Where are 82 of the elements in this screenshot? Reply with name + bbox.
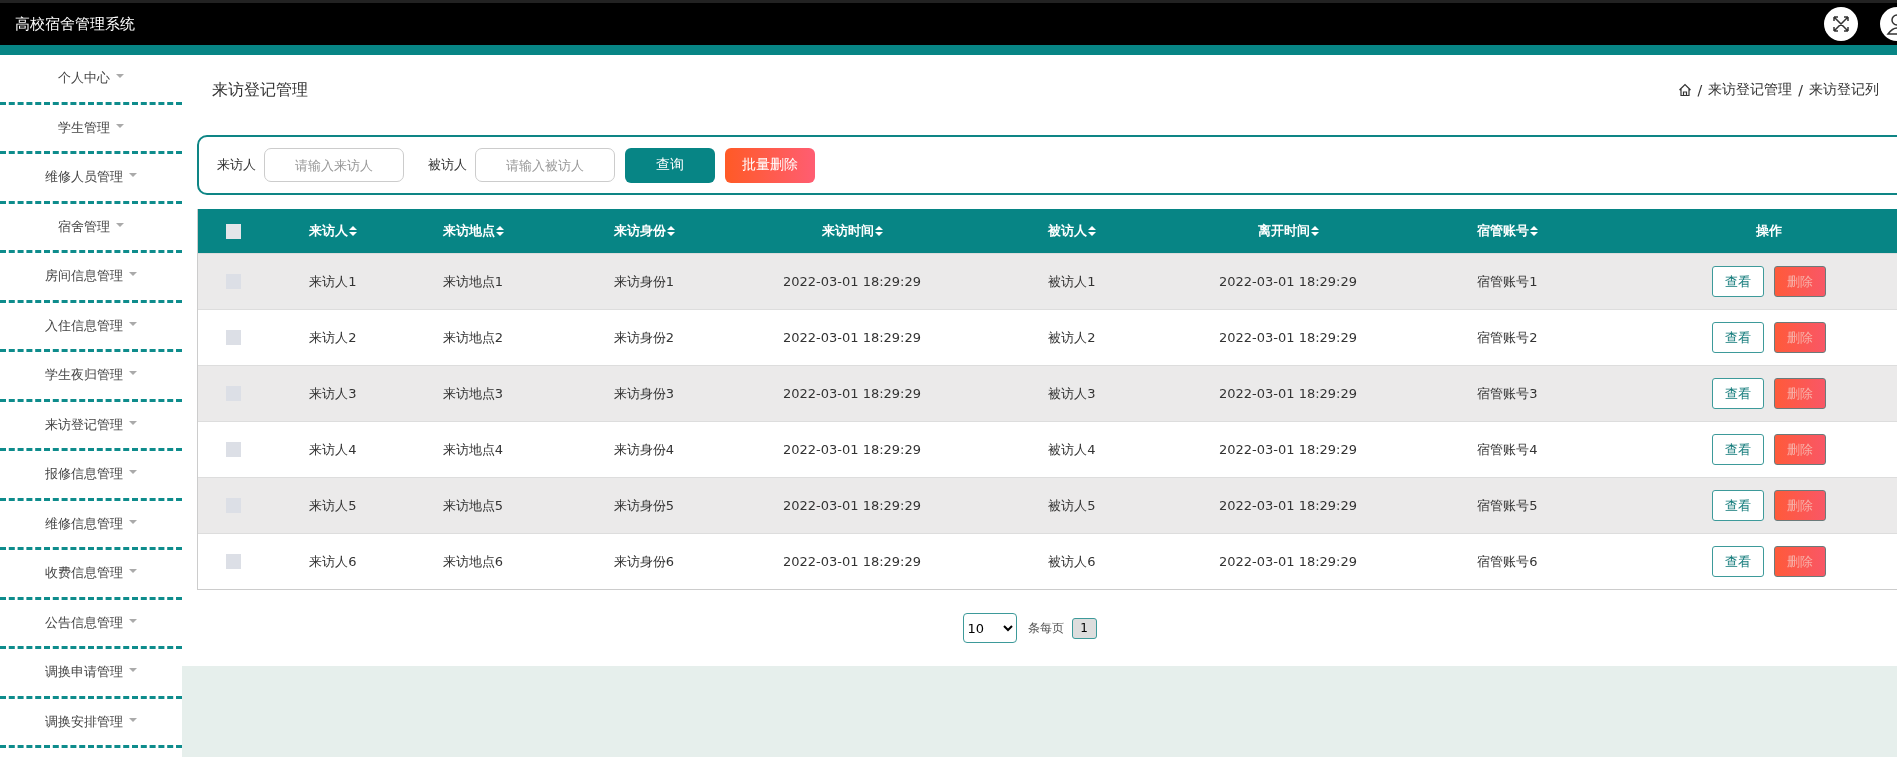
table-cell: 来访人6 [309, 552, 357, 571]
table-cell: 被访人2 [1048, 328, 1096, 347]
table-cell: 被访人6 [1048, 552, 1096, 571]
table-cell: 2022-03-01 18:29:29 [1218, 386, 1358, 401]
table-cell: 被访人5 [1048, 496, 1096, 515]
table-cell: 2022-03-01 18:29:29 [782, 274, 922, 289]
view-button[interactable]: 查看 [1712, 378, 1764, 409]
table-cell: 来访地点2 [442, 328, 504, 347]
column-header: 被访人 [1048, 222, 1096, 240]
query-button[interactable]: 查询 [625, 147, 715, 183]
table-cell: 2022-03-01 18:29:29 [782, 386, 922, 401]
column-header: 操作 [1756, 222, 1782, 240]
table-cell: 来访身份4 [613, 440, 675, 459]
table-cell: 2022-03-01 18:29:29 [1218, 554, 1358, 569]
column-header: 来访身份 [613, 222, 675, 240]
page-button[interactable]: 1 [1071, 617, 1097, 639]
table-cell: 来访人4 [309, 440, 357, 459]
table-cell: 宿管账号5 [1477, 496, 1538, 515]
table-cell: 被访人1 [1048, 272, 1096, 291]
table-cell: 来访地点4 [442, 440, 504, 459]
view-button[interactable]: 查看 [1712, 322, 1764, 353]
sidebar-item[interactable]: 报修信息管理 [0, 451, 182, 501]
breadcrumb-separator: / [1697, 82, 1703, 98]
table-cell: 来访人2 [309, 328, 357, 347]
field-label: 被访人 [428, 156, 467, 174]
table-cell: 来访身份1 [613, 272, 675, 291]
table-cell: 2022-03-01 18:29:29 [782, 554, 922, 569]
table-cell: 宿管账号6 [1477, 552, 1538, 571]
column-header: 来访时间 [821, 222, 883, 240]
view-button[interactable]: 查看 [1712, 266, 1764, 297]
sidebar-item[interactable]: 维修人员管理 [0, 154, 182, 204]
table-cell: 来访人5 [309, 496, 357, 515]
sidebar-item[interactable]: 宿舍管理 [0, 203, 182, 253]
table-cell: 宿管账号2 [1477, 328, 1538, 347]
table-cell: 2022-03-01 18:29:29 [782, 330, 922, 345]
table-cell: 来访地点1 [442, 272, 504, 291]
search-field[interactable]: 请输入被访人 [475, 148, 615, 182]
view-button[interactable]: 查看 [1712, 434, 1764, 465]
column-header: 离开时间 [1257, 222, 1319, 240]
table-cell: 来访身份5 [613, 496, 675, 515]
table-cell: 被访人3 [1048, 384, 1096, 403]
table-cell: 2022-03-01 18:29:29 [1218, 498, 1358, 513]
sidebar-item[interactable]: 入住信息管理 [0, 302, 182, 352]
table-cell: 来访地点6 [442, 552, 504, 571]
sidebar-item[interactable]: 公告信息管理 [0, 599, 182, 649]
table-cell: 来访身份6 [613, 552, 675, 571]
sidebar-item[interactable]: 个人中心 [0, 55, 182, 105]
table-cell: 2022-03-01 18:29:29 [782, 442, 922, 457]
search-field[interactable]: 请输入来访人 [264, 148, 404, 182]
sidebar-item[interactable]: 学生管理 [0, 104, 182, 154]
page-title: 来访登记管理 [212, 79, 308, 101]
table-cell: 来访地点5 [442, 496, 504, 515]
column-header: 来访人 [309, 222, 357, 240]
table-cell: 来访人1 [309, 272, 357, 291]
table-cell: 2022-03-01 18:29:29 [782, 498, 922, 513]
table-cell: 来访身份2 [613, 328, 675, 347]
table-cell: 来访地点3 [442, 384, 504, 403]
sidebar-item[interactable]: 收费信息管理 [0, 550, 182, 600]
per-page-label: 条每页 [1027, 619, 1064, 637]
view-button[interactable]: 查看 [1712, 490, 1764, 521]
breadcrumb-item[interactable]: 来访登记管理 [1708, 81, 1793, 99]
sidebar-item[interactable]: 房间信息管理 [0, 253, 182, 303]
sidebar-item[interactable]: 来访登记管理 [0, 401, 182, 451]
column-header: 来访地点 [442, 222, 504, 240]
table-cell: 2022-03-01 18:29:29 [1218, 330, 1358, 345]
sidebar-item[interactable]: 学生夜归管理 [0, 352, 182, 402]
app-title: 高校宿舍管理系统 [15, 14, 135, 34]
table-cell: 2022-03-01 18:29:29 [1218, 274, 1358, 289]
column-header: 宿管账号 [1477, 222, 1538, 240]
table-cell: 宿管账号4 [1477, 440, 1538, 459]
breadcrumb-separator: / [1798, 82, 1803, 98]
table-cell: 来访身份3 [613, 384, 675, 403]
table-cell: 来访人3 [309, 384, 357, 403]
table-cell: 宿管账号1 [1477, 272, 1538, 291]
page-size-select[interactable]: 10 [962, 613, 1017, 643]
view-button[interactable]: 查看 [1712, 546, 1764, 577]
sidebar-item[interactable]: 维修信息管理 [0, 500, 182, 550]
table-cell: 宿管账号3 [1477, 384, 1538, 403]
table-cell: 2022-03-01 18:29:29 [1218, 442, 1358, 457]
table-cell: 被访人4 [1048, 440, 1096, 459]
breadcrumb-item[interactable]: 来访登记列 [1809, 81, 1879, 99]
field-label: 来访人 [217, 156, 256, 174]
